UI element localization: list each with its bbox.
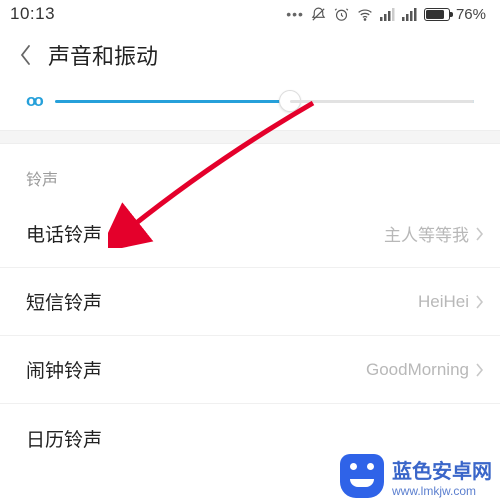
- section-spacer: [0, 130, 500, 144]
- list-item-alarm-ringtone[interactable]: 闹钟铃声 GoodMorning: [0, 336, 500, 404]
- status-bar: 10:13 ••• 76%: [0, 0, 500, 28]
- chevron-left-icon: [19, 44, 33, 66]
- item-value: GoodMorning: [366, 360, 469, 380]
- list-item-phone-ringtone[interactable]: 电话铃声 主人等等我: [0, 200, 500, 268]
- item-label: 电话铃声: [26, 220, 102, 247]
- signal-icon-1: [380, 8, 396, 21]
- item-label: 短信铃声: [26, 288, 102, 315]
- back-button[interactable]: [6, 35, 46, 75]
- mute-icon: [310, 6, 327, 23]
- more-icon: •••: [286, 6, 304, 22]
- page-title: 声音和振动: [48, 39, 158, 71]
- watermark: 蓝色安卓网 www.lmkjw.com: [340, 454, 492, 498]
- status-time: 10:13: [10, 4, 55, 24]
- item-value: HeiHei: [418, 292, 469, 312]
- slider-thumb[interactable]: [279, 90, 301, 112]
- watermark-url: www.lmkjw.com: [392, 484, 492, 498]
- volume-icon: oo: [26, 91, 41, 111]
- battery-percent: 76%: [456, 6, 486, 23]
- section-header-ringtones: 铃声: [0, 144, 500, 200]
- battery-icon: [424, 8, 450, 21]
- list-item-sms-ringtone[interactable]: 短信铃声 HeiHei: [0, 268, 500, 336]
- wifi-icon: [356, 6, 374, 23]
- chevron-right-icon: [475, 362, 484, 378]
- chevron-right-icon: [475, 226, 484, 242]
- page-header: 声音和振动: [0, 28, 500, 82]
- watermark-logo-icon: [340, 454, 384, 498]
- volume-slider-row: oo: [0, 82, 500, 130]
- signal-icon-2: [402, 8, 418, 21]
- item-value: 主人等等我: [384, 221, 469, 246]
- status-icons: ••• 76%: [286, 6, 486, 23]
- chevron-right-icon: [475, 294, 484, 310]
- volume-slider[interactable]: [55, 100, 474, 103]
- item-label: 日历铃声: [26, 425, 102, 452]
- alarm-icon: [333, 6, 350, 23]
- watermark-title: 蓝色安卓网: [392, 461, 492, 483]
- item-label: 闹钟铃声: [26, 356, 102, 383]
